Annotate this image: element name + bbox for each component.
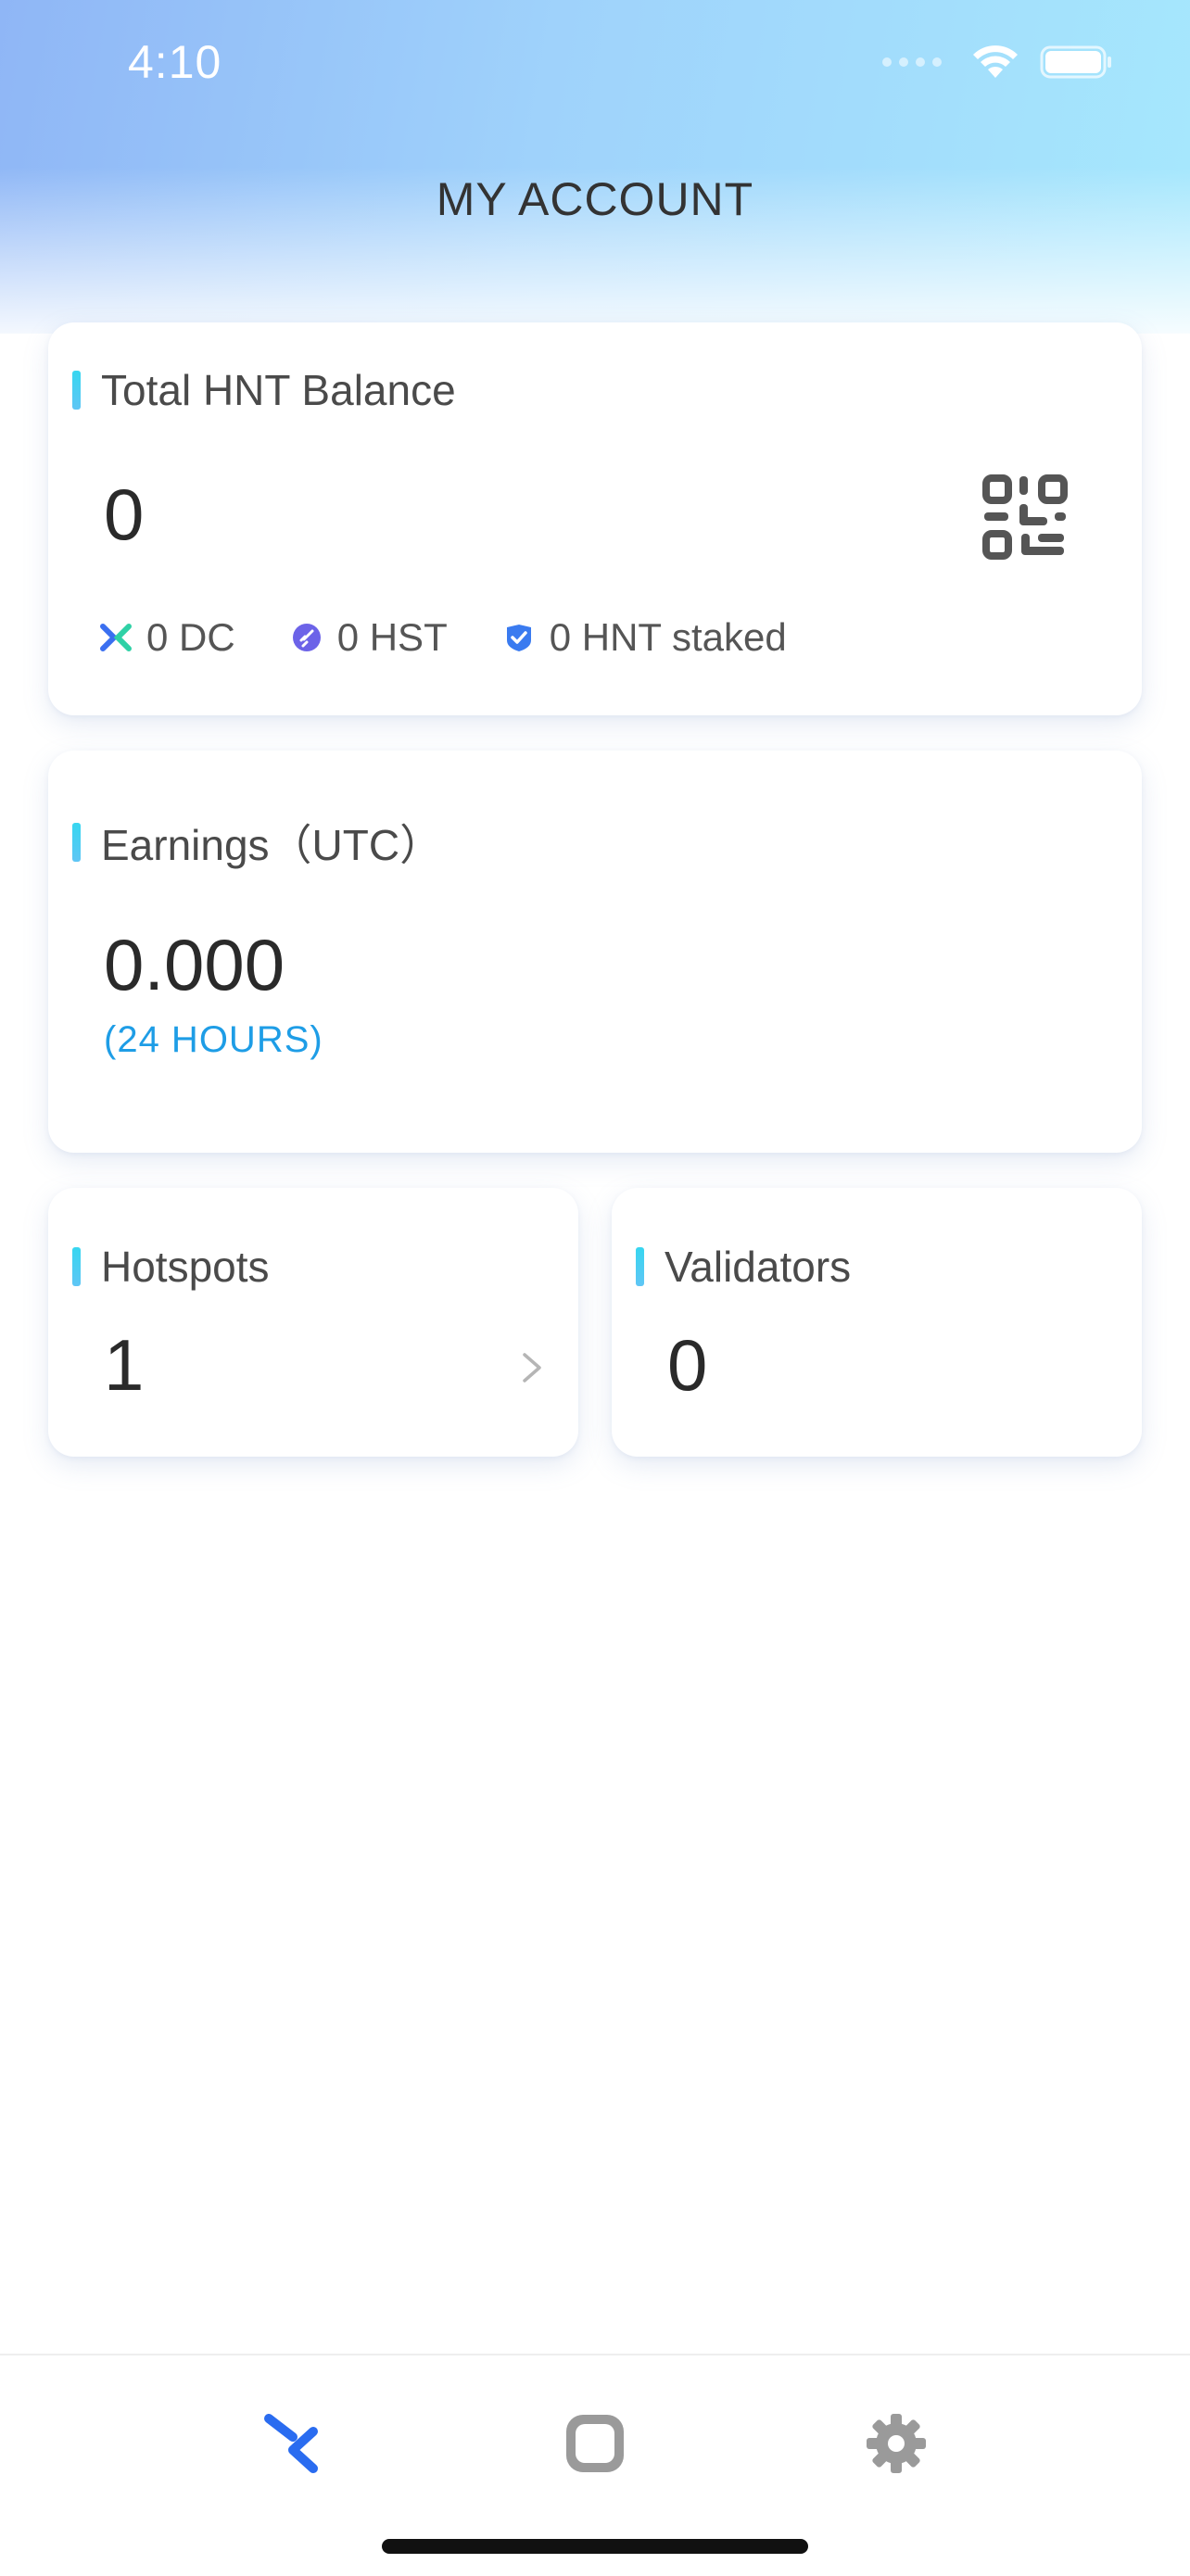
page-title: MY ACCOUNT [436,173,754,225]
qr-code-icon[interactable] [981,473,1070,562]
validators-card: Validators 0 [612,1188,1142,1457]
balance-breakdown: 0 DC 0 HST 0 HNT staked [100,615,842,660]
earnings-title: Earnings（UTC） [101,821,443,869]
status-time: 4:10 [128,36,222,88]
shield-check-icon [506,625,531,651]
balance-value: 0 [104,474,145,555]
hotspots-card-header: Hotspots [72,1242,270,1292]
nav-devices[interactable] [553,2402,637,2485]
rounded-square-icon [566,2415,624,2472]
balance-title: Total HNT Balance [101,366,456,414]
gear-icon [867,2414,926,2473]
hotspots-title: Hotspots [101,1243,270,1291]
helium-logo-icon [264,2414,318,2473]
hotspots-value: 1 [104,1324,145,1406]
title-accent-bar [72,1247,81,1286]
hotspots-card[interactable]: Hotspots 1 [48,1188,578,1457]
validators-title: Validators [665,1243,852,1291]
balance-card: Total HNT Balance 0 0 DC 0 HST 0 HNT sta… [48,322,1142,715]
earnings-card: Earnings（UTC） 0.000 (24 HOURS) [48,751,1142,1153]
validators-value: 0 [667,1324,708,1406]
hst-label: 0 HST [336,615,448,659]
battery-icon [1040,45,1111,79]
staked-label: 0 HNT staked [549,615,787,659]
balance-card-header: Total HNT Balance [72,365,456,415]
status-icons [882,44,1114,80]
dc-balance: 0 DC [100,615,235,660]
title-accent-bar [636,1247,644,1286]
cellular-signal-icon [882,57,942,67]
title-accent-bar [72,371,81,410]
earnings-card-header: Earnings（UTC） [72,812,442,873]
link-icon [292,624,321,651]
helium-logo-icon [100,624,132,651]
chevron-right-icon[interactable] [519,1349,545,1386]
validators-card-header: Validators [636,1242,851,1292]
staked-balance: 0 HNT staked [503,615,787,660]
home-indicator[interactable] [382,2539,808,2554]
earnings-value: 0.000 [104,924,285,1005]
title-accent-bar [72,823,81,862]
dc-label: 0 DC [146,615,235,659]
nav-account[interactable] [250,2402,334,2485]
wifi-icon [973,45,1018,78]
hst-balance: 0 HST [291,615,448,660]
nav-settings[interactable] [855,2402,938,2485]
earnings-period: (24 HOURS) [104,1019,323,1060]
